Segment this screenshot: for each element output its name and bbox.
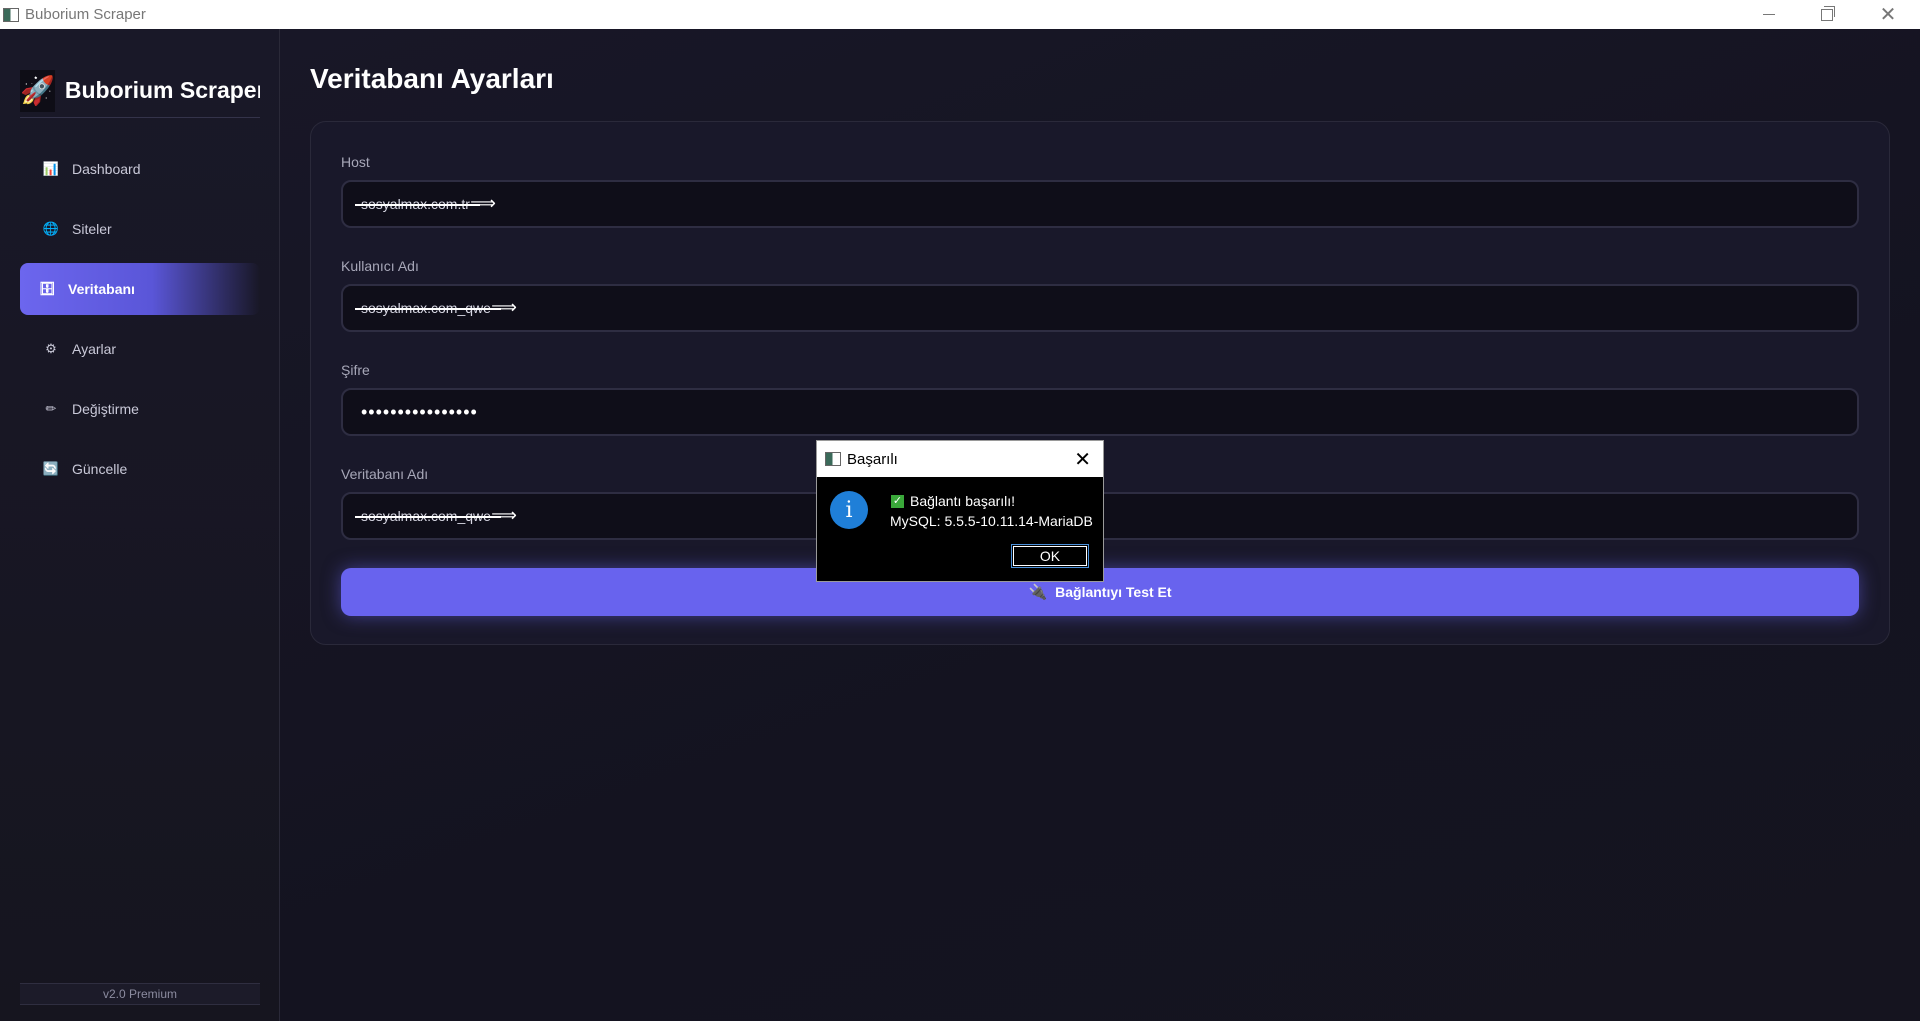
window-titlebar: Buborium Scraper ✕ — [0, 0, 1920, 29]
sidebar-item-label: Dashboard — [72, 161, 141, 177]
minimize-icon — [1763, 14, 1775, 15]
sidebar-item-label: Güncelle — [72, 461, 128, 477]
dialog-close-button[interactable]: ✕ — [1074, 447, 1091, 472]
app-icon — [3, 7, 19, 22]
sidebar: 🚀 Buborium Scraper 📊 Dashboard 🌐 Siteler… — [0, 29, 280, 1021]
database-name-label: Veritabanı Adı — [341, 466, 429, 482]
version-label: v2.0 Premium — [20, 983, 260, 1005]
refresh-icon: 🔄 — [42, 461, 60, 476]
success-dialog: Başarılı ✕ i ✓ Bağlantı başarılı! MySQL:… — [816, 440, 1104, 582]
close-window-button[interactable]: ✕ — [1856, 0, 1920, 29]
restore-icon — [1821, 5, 1835, 21]
username-value: sosyalmax.com_qwe — [355, 297, 517, 318]
app-icon — [825, 452, 841, 466]
database-icon: 🗄 — [38, 281, 56, 296]
sidebar-item-label: Ayarlar — [72, 341, 117, 357]
dialog-message-line1: Bağlantı başarılı! — [910, 493, 1016, 509]
window-title: Buborium Scraper — [25, 6, 146, 23]
page-title: Veritabanı Ayarları — [310, 63, 554, 94]
database-name-value: sosyalmax.com_qwe — [355, 505, 517, 526]
rocket-icon: 🚀 — [20, 69, 55, 112]
restore-button[interactable] — [1798, 0, 1856, 29]
brand: 🚀 Buborium Scraper — [20, 64, 260, 118]
sidebar-item-siteler[interactable]: 🌐 Siteler — [20, 203, 260, 255]
chart-icon: 📊 — [42, 161, 60, 176]
brand-title: Buborium Scraper — [64, 77, 260, 103]
sidebar-item-dashboard[interactable]: 📊 Dashboard — [20, 143, 260, 195]
info-icon: i — [830, 491, 868, 529]
close-icon: ✕ — [1879, 4, 1897, 26]
password-label: Şifre — [341, 362, 370, 378]
minimize-button[interactable] — [1740, 0, 1798, 29]
plug-icon: 🔌 — [1028, 584, 1048, 601]
ok-button[interactable]: OK — [1011, 544, 1089, 568]
globe-icon: 🌐 — [42, 221, 60, 236]
dialog-message-line2: MySQL: 5.5.5-10.11.14-MariaDB — [890, 513, 1093, 529]
sidebar-item-label: Değiştirme — [72, 401, 139, 417]
password-input[interactable]: •••••••••••••••• — [341, 388, 1859, 436]
test-connection-label: Bağlantıyı Test Et — [1055, 584, 1172, 600]
username-label: Kullanıcı Adı — [341, 258, 419, 274]
sidebar-item-label: Siteler — [72, 221, 112, 237]
host-input[interactable]: sosyalmax.com.tr — [341, 180, 1859, 228]
dialog-title: Başarılı — [847, 450, 898, 468]
host-value: sosyalmax.com.tr — [355, 193, 496, 214]
sidebar-item-guncelle[interactable]: 🔄 Güncelle — [20, 443, 260, 495]
dialog-message: ✓ Bağlantı başarılı! — [891, 493, 1015, 509]
check-icon: ✓ — [891, 494, 904, 508]
gear-icon: ⚙ — [45, 341, 57, 356]
sidebar-item-label: Veritabanı — [68, 281, 135, 297]
pencil-icon: ✏ — [45, 401, 57, 416]
password-value: •••••••••••••••• — [361, 401, 478, 422]
sidebar-item-ayarlar[interactable]: ⚙ Ayarlar — [20, 323, 260, 375]
host-label: Host — [341, 154, 370, 170]
dialog-titlebar: Başarılı ✕ — [817, 441, 1103, 477]
sidebar-item-degistirme[interactable]: ✏ Değiştirme — [20, 383, 260, 435]
window-controls: ✕ — [1740, 0, 1920, 29]
username-input[interactable]: sosyalmax.com_qwe — [341, 284, 1859, 332]
sidebar-item-veritabani[interactable]: 🗄 Veritabanı — [20, 263, 260, 315]
